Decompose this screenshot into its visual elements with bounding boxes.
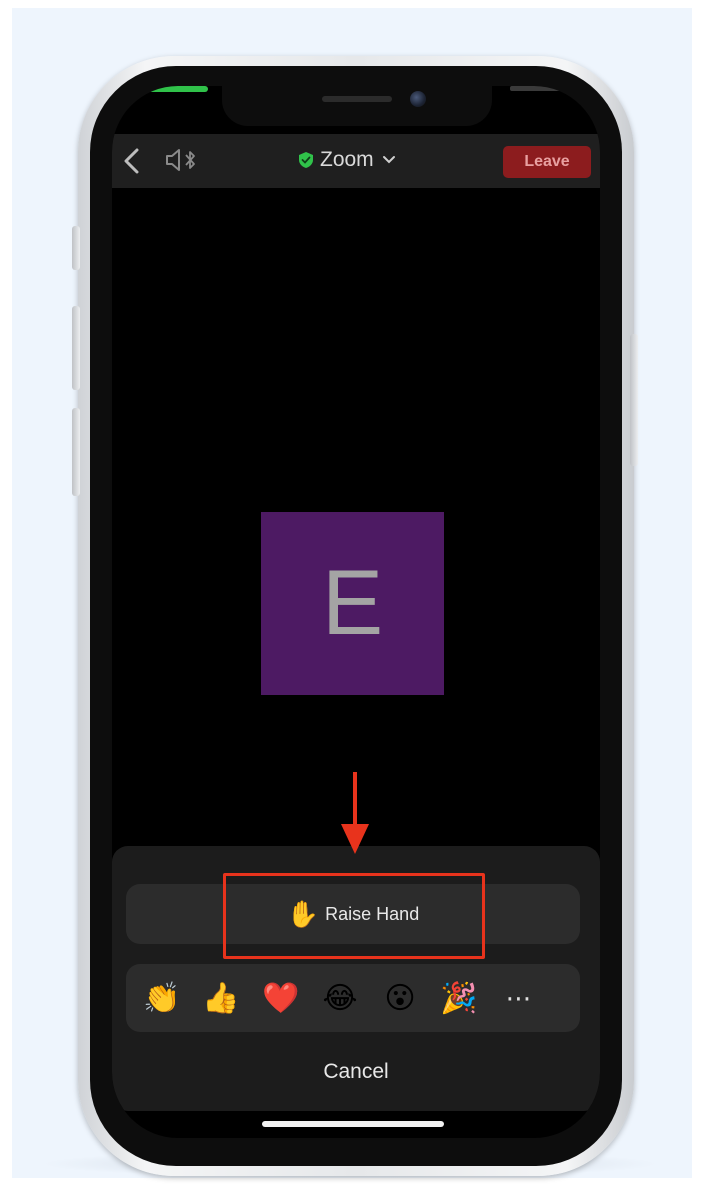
meeting-header: Zoom Leave xyxy=(112,134,600,188)
silent-switch xyxy=(72,226,80,270)
surprised-reaction-icon[interactable]: 😮 xyxy=(378,976,422,1020)
participant-initial: E xyxy=(321,552,384,654)
cancel-button[interactable]: Cancel xyxy=(112,1051,600,1093)
party-popper-reaction-icon[interactable]: 🎉 xyxy=(437,976,481,1020)
participant-avatar: E xyxy=(261,512,444,695)
phone-screen: Zoom Leave E ✋ Raise Hand 👏 👍 ❤️ 😂 😮 🎉 ⋯… xyxy=(112,86,600,1138)
power-button xyxy=(630,334,638,466)
chevron-down-icon xyxy=(382,156,395,164)
clap-reaction-icon[interactable]: 👏 xyxy=(140,976,184,1020)
status-bar-call-indicator xyxy=(144,86,208,92)
thumbs-up-reaction-icon[interactable]: 👍 xyxy=(199,976,243,1020)
meeting-title: Zoom xyxy=(320,148,374,171)
reactions-row: 👏 👍 ❤️ 😂 😮 🎉 ⋯ xyxy=(126,964,580,1032)
more-reactions-icon[interactable]: ⋯ xyxy=(497,976,541,1020)
annotation-highlight-box xyxy=(223,873,485,959)
status-bar-icons xyxy=(510,86,570,91)
leave-button[interactable]: Leave xyxy=(503,146,591,178)
volume-up-button xyxy=(72,306,80,390)
speaker-bluetooth-icon[interactable] xyxy=(164,147,202,173)
notch xyxy=(222,86,492,126)
volume-down-button xyxy=(72,408,80,496)
heart-reaction-icon[interactable]: ❤️ xyxy=(259,976,303,1020)
back-arrow-icon[interactable] xyxy=(120,146,144,176)
meeting-title-dropdown[interactable]: Zoom xyxy=(298,146,396,174)
tears-of-joy-reaction-icon[interactable]: 😂 xyxy=(318,976,362,1020)
front-camera xyxy=(410,91,426,107)
encryption-shield-icon xyxy=(299,152,313,168)
earpiece-speaker xyxy=(322,96,392,102)
annotation-arrow-icon xyxy=(341,772,369,854)
home-indicator[interactable] xyxy=(262,1121,444,1127)
